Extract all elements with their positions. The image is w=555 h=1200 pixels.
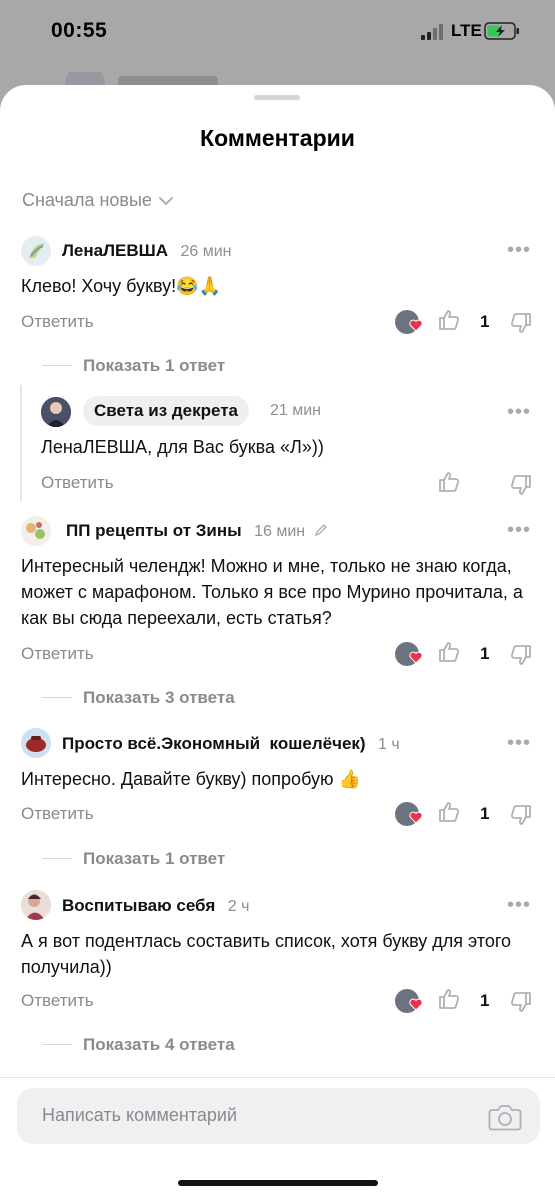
comment-author[interactable]: Воспитываю себя bbox=[62, 896, 215, 915]
like-count: 1 bbox=[480, 991, 490, 1010]
comment-author[interactable]: ПП рецепты от Зины bbox=[66, 521, 242, 540]
sheet-title: Комментарии bbox=[200, 125, 355, 151]
reply-button[interactable]: Ответить bbox=[21, 312, 94, 332]
sheet-grabber[interactable] bbox=[254, 95, 300, 100]
more-icon[interactable]: ••• bbox=[507, 240, 531, 260]
heart-icon bbox=[409, 319, 423, 332]
more-icon[interactable]: ••• bbox=[507, 402, 531, 422]
composer-divider bbox=[0, 1077, 555, 1078]
signal-icon bbox=[421, 24, 443, 40]
dislike-icon[interactable] bbox=[509, 643, 533, 667]
avatar[interactable] bbox=[21, 516, 51, 546]
divider-line bbox=[42, 697, 72, 698]
comment-author[interactable]: Просто всё.Экономный кошелёчек) bbox=[62, 734, 366, 753]
dislike-icon[interactable] bbox=[509, 990, 533, 1014]
show-replies-button[interactable]: Показать 1 ответ bbox=[83, 356, 225, 376]
more-icon[interactable]: ••• bbox=[507, 733, 531, 753]
reply-button[interactable]: Ответить bbox=[21, 991, 94, 1011]
avatar[interactable] bbox=[41, 397, 71, 427]
comment-text: Интересно. Давайте букву) попробую 👍 bbox=[21, 769, 361, 789]
dislike-icon[interactable] bbox=[509, 311, 533, 335]
show-replies-button[interactable]: Показать 1 ответ bbox=[83, 849, 225, 869]
reply-author-chip[interactable]: Света из декрета bbox=[83, 396, 250, 426]
reply-time: 21 мин bbox=[270, 402, 322, 419]
heart-icon bbox=[409, 651, 423, 664]
chevron-down-icon bbox=[158, 196, 173, 205]
comment-time: 16 мин bbox=[254, 523, 306, 540]
dislike-icon[interactable] bbox=[509, 473, 533, 497]
show-replies-button[interactable]: Показать 4 ответа bbox=[83, 1035, 235, 1055]
sort-dropdown[interactable]: Сначала новые bbox=[22, 190, 174, 211]
comment-time: 1 ч bbox=[378, 736, 400, 753]
comment-input-placeholder: Написать комментарий bbox=[42, 1105, 238, 1125]
comment-text: А я вот подентлась составить список, хот… bbox=[21, 931, 512, 977]
comment-time: 26 мин bbox=[180, 243, 232, 260]
like-icon[interactable] bbox=[437, 470, 461, 494]
heart-icon bbox=[409, 811, 423, 824]
like-icon[interactable] bbox=[437, 800, 461, 824]
like-count: 1 bbox=[480, 804, 490, 823]
reply-button[interactable]: Ответить bbox=[41, 473, 114, 493]
more-icon[interactable]: ••• bbox=[507, 520, 531, 540]
edited-pencil-icon bbox=[314, 524, 327, 537]
status-time: 00:55 bbox=[51, 19, 108, 42]
like-icon[interactable] bbox=[437, 987, 461, 1011]
network-label: LTE bbox=[451, 21, 482, 40]
avatar[interactable] bbox=[21, 236, 51, 266]
comments-sheet: Комментарии Сначала новые ЛенаЛЕВША 26 м… bbox=[0, 85, 555, 1200]
reply-text: ЛенаЛЕВША, для Вас буква «Л»)) bbox=[41, 437, 324, 457]
comment-time: 2 ч bbox=[227, 898, 250, 915]
reply-button[interactable]: Ответить bbox=[21, 644, 94, 664]
thread-line bbox=[20, 385, 22, 501]
like-icon[interactable] bbox=[437, 308, 461, 332]
heart-icon bbox=[409, 998, 423, 1011]
avatar[interactable] bbox=[21, 890, 51, 920]
show-replies-button[interactable]: Показать 3 ответа bbox=[83, 688, 235, 708]
more-icon[interactable]: ••• bbox=[507, 895, 531, 915]
comment-input[interactable]: Написать комментарий bbox=[17, 1088, 540, 1144]
divider-line bbox=[42, 1044, 72, 1045]
comment-header: ЛенаЛЕВША 26 мин bbox=[62, 241, 231, 261]
comment-header: ПП рецепты от Зины 16 мин bbox=[66, 521, 328, 541]
home-indicator bbox=[178, 1180, 378, 1186]
status-bar: 00:55 LTE bbox=[0, 0, 555, 62]
sort-label: Сначала новые bbox=[22, 190, 152, 210]
comment-header: Просто всё.Экономный кошелёчек) 1 ч bbox=[62, 734, 400, 754]
avatar[interactable] bbox=[21, 728, 51, 758]
reply-button[interactable]: Ответить bbox=[21, 804, 94, 824]
battery-icon bbox=[484, 22, 519, 40]
camera-icon[interactable] bbox=[488, 1103, 522, 1131]
like-count: 1 bbox=[480, 644, 490, 663]
comment-header: Воспитываю себя 2 ч bbox=[62, 896, 249, 916]
like-icon[interactable] bbox=[437, 640, 461, 664]
comment-author[interactable]: ЛенаЛЕВША bbox=[62, 241, 168, 260]
comment-text: Клево! Хочу букву!😂🙏 bbox=[21, 276, 221, 296]
comment-text: Интересный челендж! Можно и мне, только … bbox=[21, 556, 523, 628]
divider-line bbox=[42, 365, 72, 366]
dislike-icon[interactable] bbox=[509, 803, 533, 827]
divider-line bbox=[42, 858, 72, 859]
like-count: 1 bbox=[480, 312, 490, 331]
